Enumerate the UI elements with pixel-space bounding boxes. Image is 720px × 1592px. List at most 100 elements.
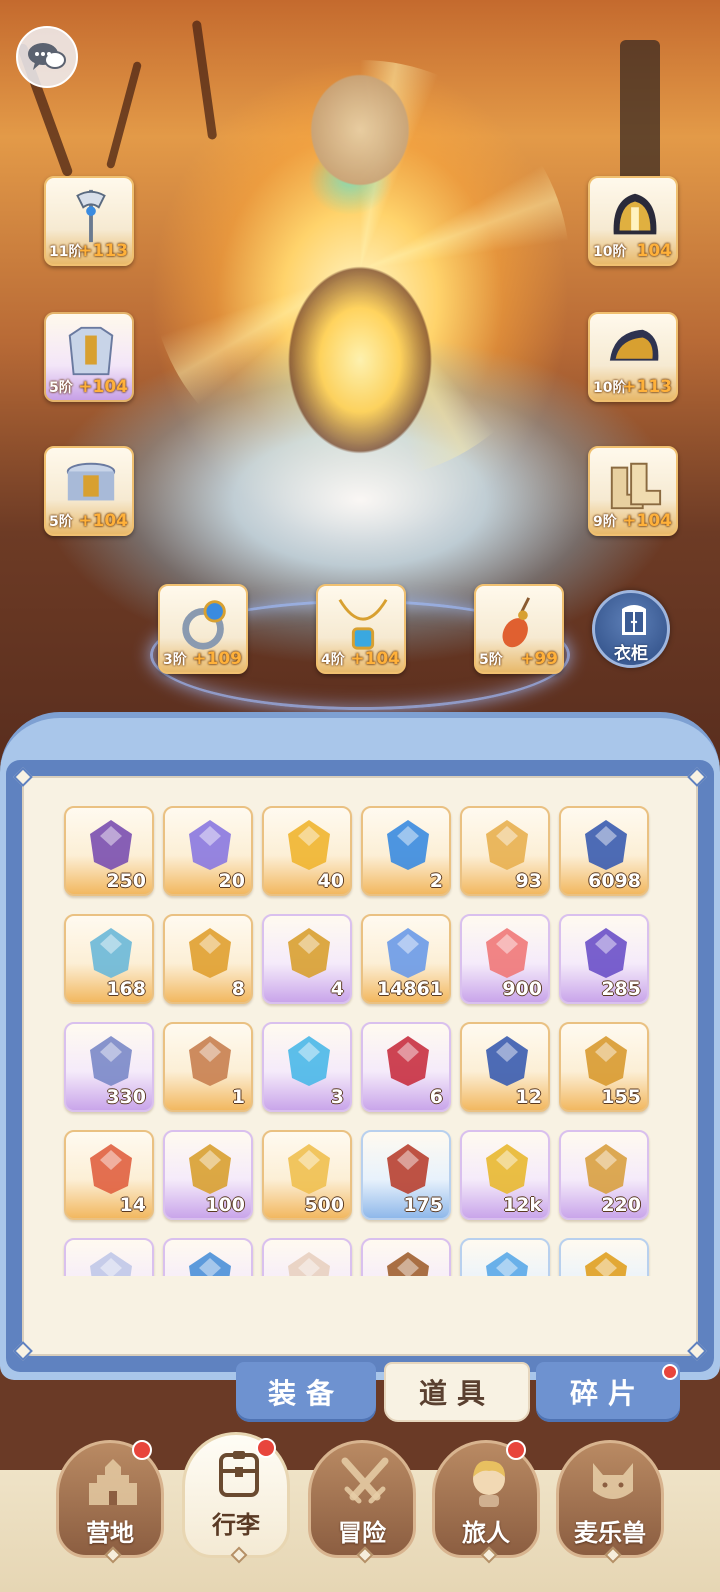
red-card-icon (90, 1144, 132, 1194)
pauldron-icon (609, 329, 659, 361)
item-count: 12 (515, 1086, 542, 1108)
helmet-icon (613, 193, 657, 235)
amulet-icon (502, 597, 531, 648)
inventory-item[interactable]: 250 (64, 806, 154, 896)
gold-item-icon (585, 1252, 627, 1276)
gold-gem-icon (288, 820, 330, 870)
armor-slot[interactable]: 5阶 +104 (44, 312, 134, 402)
tab-equipment-label: 装备 (267, 1377, 344, 1410)
inventory-item[interactable]: 12k (460, 1130, 550, 1220)
slot-bonus: +104 (78, 511, 128, 531)
inventory-item[interactable] (559, 1238, 649, 1276)
inventory-item[interactable]: 93 (460, 806, 550, 896)
inventory-item[interactable]: 4 (262, 914, 352, 1004)
necklace-icon (338, 599, 388, 650)
inventory-item[interactable]: 8 (163, 914, 253, 1004)
inventory-item[interactable]: 20 (163, 806, 253, 896)
nav-traveler-label: 旅人 (462, 1519, 510, 1547)
shard-icon (486, 1252, 528, 1276)
nav-traveler[interactable]: 旅人 (432, 1440, 540, 1564)
inventory-item[interactable]: 1 (163, 1022, 253, 1112)
inventory-item[interactable]: 3 (262, 1022, 352, 1112)
item-count: 8 (231, 978, 245, 1000)
amulet-slot[interactable]: 5阶 +99 (474, 584, 564, 674)
inventory-item[interactable]: 100 (163, 1130, 253, 1220)
cheese-icon (288, 1144, 330, 1194)
inventory-item[interactable]: 14861 (361, 914, 451, 1004)
nav-adventure-label: 冒险 (338, 1519, 386, 1547)
wardrobe-button[interactable]: 衣柜 (592, 590, 670, 668)
crossed-swords-icon (341, 1457, 389, 1504)
item-count: 168 (106, 978, 146, 1000)
inventory-item[interactable] (163, 1238, 253, 1276)
slot-level: 9阶 (593, 514, 617, 530)
nav-luggage-label: 行李 (212, 1511, 260, 1539)
inventory-item[interactable] (361, 1238, 451, 1276)
item-count: 175 (403, 1194, 443, 1216)
slot-bonus: +104 (350, 649, 400, 669)
traveler-icon (473, 1460, 505, 1507)
inventory-item[interactable]: 175 (361, 1130, 451, 1220)
cat-mirror-icon (189, 1144, 231, 1194)
weapon-slot[interactable]: 11阶 +113 (44, 176, 134, 266)
slot-level: 4阶 (321, 652, 345, 668)
necklace-slot[interactable]: 4阶 +104 (316, 584, 406, 674)
inventory-item[interactable] (460, 1238, 550, 1276)
bottle-icon (90, 1252, 132, 1276)
shoulder-slot[interactable]: 10阶 +113 (588, 312, 678, 402)
inventory-item[interactable]: 900 (460, 914, 550, 1004)
slot-level: 10阶 (593, 244, 627, 260)
boots-slot[interactable]: 9阶 +104 (588, 446, 678, 536)
ice-crystal-icon (90, 928, 132, 978)
tab-items[interactable]: 道具 (384, 1362, 530, 1422)
slot-level: 5阶 (49, 514, 73, 530)
belt-slot[interactable]: 5阶 +104 (44, 446, 134, 536)
nav-adventure[interactable]: 冒险 (308, 1440, 416, 1564)
inventory-item[interactable] (64, 1238, 154, 1276)
tab-fragments-badge (662, 1364, 678, 1380)
inventory-item[interactable]: 40 (262, 806, 352, 896)
inventory-item[interactable]: 168 (64, 914, 154, 1004)
heart-coin-icon (90, 1036, 132, 1086)
item-count: 500 (304, 1194, 344, 1216)
wardrobe-icon (622, 605, 646, 635)
slot-bonus: +113 (622, 377, 672, 397)
tab-fragments[interactable]: 碎片 (536, 1362, 680, 1422)
item-count: 155 (601, 1086, 641, 1108)
inventory-item[interactable]: 285 (559, 914, 649, 1004)
wardrobe-label: 衣柜 (614, 644, 648, 664)
item-count: 93 (515, 870, 542, 892)
item-count: 285 (601, 978, 641, 1000)
slot-bonus: +104 (78, 377, 128, 397)
backpack-icon (219, 1451, 259, 1497)
gold-leaf-icon (486, 1144, 528, 1194)
inventory-item[interactable]: 155 (559, 1022, 649, 1112)
nav-pets[interactable]: 麦乐兽 (556, 1440, 664, 1564)
inventory-item[interactable] (262, 1238, 352, 1276)
slot-bonus: +99 (520, 649, 558, 669)
item-grid[interactable]: 250 20 40 2 93 6098 168 8 4 14861 900 285 330 1 3 6 12 15… (42, 806, 670, 1276)
item-count: 20 (218, 870, 245, 892)
item-count: 900 (502, 978, 542, 1000)
item-count: 220 (601, 1194, 641, 1216)
inventory-item[interactable]: 220 (559, 1130, 649, 1220)
ring-slot[interactable]: 3阶 +109 (158, 584, 248, 674)
inventory-item[interactable]: 12 (460, 1022, 550, 1112)
item-count: 40 (317, 870, 344, 892)
nav-camp-badge (132, 1440, 152, 1460)
inventory-item[interactable]: 14 (64, 1130, 154, 1220)
inventory-item[interactable]: 500 (262, 1130, 352, 1220)
blue-potion-icon (387, 820, 429, 870)
inventory-item[interactable]: 6 (361, 1022, 451, 1112)
chat-button[interactable] (16, 26, 78, 88)
slot-level: 3阶 (163, 652, 187, 668)
inventory-item[interactable]: 330 (64, 1022, 154, 1112)
helmet-slot[interactable]: 10阶 104 (588, 176, 678, 266)
bell-icon (189, 928, 231, 978)
character-avatar[interactable] (240, 30, 480, 510)
portal-orb-icon (585, 820, 627, 870)
tab-equipment[interactable]: 装备 (236, 1362, 376, 1422)
inventory-item[interactable]: 2 (361, 806, 451, 896)
item-count: 14 (119, 1194, 146, 1216)
inventory-item[interactable]: 6098 (559, 806, 649, 896)
